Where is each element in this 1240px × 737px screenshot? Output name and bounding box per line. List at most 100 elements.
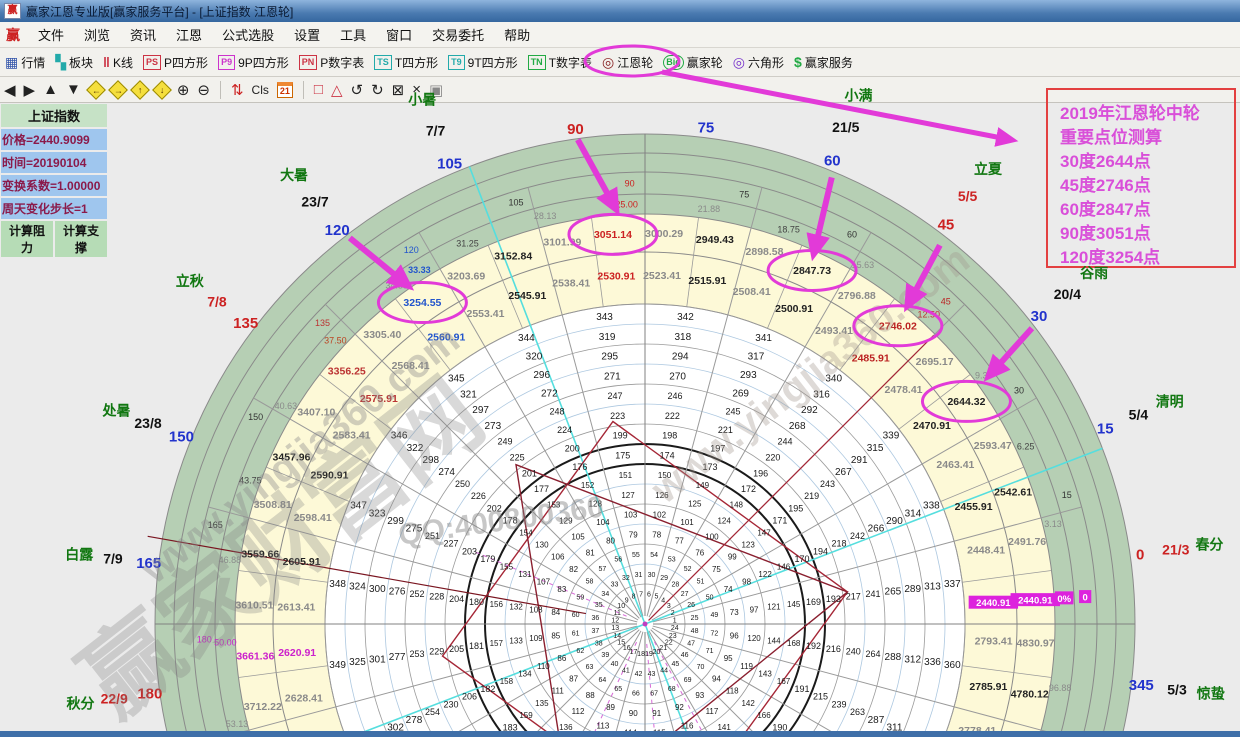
watermarks: 赢家财富网www.yingjia360.comwww.yingjia360.co… [63,237,978,736]
svg-text:30: 30 [648,572,656,579]
svg-text:3305.40: 3305.40 [363,329,401,341]
menu-item-9[interactable]: 帮助 [494,25,540,44]
shift-down-icon[interactable]: ↓ [152,80,172,100]
svg-text:179: 179 [480,554,495,564]
svg-text:5: 5 [655,594,659,601]
svg-text:白露: 白露 [65,547,94,563]
rotate-left-icon[interactable]: ▲ [43,81,58,98]
app-logo-icon: 赢 [4,3,21,19]
toolbar-button-1[interactable]: ▚板块 [55,54,93,71]
zoom-in-icon[interactable]: ⊕ [177,81,190,99]
svg-text:121: 121 [767,603,781,612]
scale-icon[interactable]: ⇅ [231,81,244,99]
toolbar-button-7[interactable]: T99T四方形 [448,54,518,71]
calc-support-button[interactable]: 计算支撑 [55,221,107,257]
quote-panel-buttons: 计算阻力 计算支撑 [1,221,107,257]
calc-resistance-button[interactable]: 计算阻力 [1,221,53,257]
toolbar-button-5[interactable]: PNP数字表 [299,54,365,71]
svg-text:3101.99: 3101.99 [543,236,581,248]
shift-right-icon[interactable]: → [108,80,128,100]
svg-text:128: 128 [589,500,603,509]
svg-text:116: 116 [681,721,694,730]
svg-text:152: 152 [581,481,595,490]
svg-text:167: 167 [777,677,791,686]
svg-text:7: 7 [639,592,643,599]
svg-text:135: 135 [535,699,549,708]
menu-item-2[interactable]: 资讯 [120,25,166,44]
toolbar-button-8[interactable]: TNT数字表 [528,54,592,71]
rotate-cw-icon[interactable]: ↻ [371,81,384,99]
menu-item-6[interactable]: 工具 [330,25,376,44]
toolbar-button-9[interactable]: ◎江恩轮 [602,54,653,71]
center-icon[interactable]: × [412,81,421,98]
rect-tool-icon[interactable]: □ [314,81,323,98]
menu-item-1[interactable]: 浏览 [74,25,120,44]
wheel-spiral-numbers: 1234567891011121314151617181920212223242… [329,312,961,737]
toolbar-button-10[interactable]: Big赢家轮 [663,54,723,71]
svg-text:43: 43 [648,671,656,678]
status-strip [0,731,1240,737]
rotate-right-icon[interactable]: ▼ [66,81,81,98]
svg-text:13: 13 [611,625,619,632]
menu-item-7[interactable]: 窗口 [376,25,422,44]
toolbar-button-4[interactable]: P99P四方形 [218,54,289,71]
toolbar-icon-10: Big [663,55,684,70]
svg-text:135: 135 [315,318,330,328]
menu-item-3[interactable]: 江恩 [166,25,212,44]
shift-left-icon[interactable]: ← [86,80,106,100]
toolbar-button-6[interactable]: TST四方形 [374,54,438,71]
svg-text:180: 180 [137,686,162,703]
cls-button[interactable]: Cls [252,83,269,97]
toolbar-button-0[interactable]: ▦行情 [5,54,45,71]
svg-text:37: 37 [592,628,600,635]
svg-text:203: 203 [462,546,477,556]
toolbar-button-3[interactable]: PSP四方形 [143,54,208,71]
board-icon[interactable]: ▣ [429,81,443,99]
svg-text:30: 30 [1031,308,1048,325]
annotation-line-1: 重要点位测算 [1060,126,1226,150]
svg-text:53: 53 [668,557,676,564]
shift-up-icon[interactable]: ↑ [130,80,150,100]
svg-text:263: 263 [850,707,865,717]
menu-item-0[interactable]: 文件 [28,25,74,44]
menu-item-4[interactable]: 公式选股 [212,25,284,44]
svg-text:2523.41: 2523.41 [643,270,681,282]
toolbar-label-2: K线 [113,54,133,71]
svg-text:300: 300 [369,584,386,595]
toolbar-icon-5: PN [299,55,318,70]
svg-text:316: 316 [813,389,830,400]
svg-text:322: 322 [407,443,424,454]
page-left-icon[interactable]: ◀ [4,81,16,99]
page-right-icon[interactable]: ▶ [24,81,36,99]
svg-text:230: 230 [443,699,458,709]
calendar-icon[interactable]: 21 [277,82,293,98]
toolbar-button-11[interactable]: ◎六角形 [733,54,784,71]
zoom-out-icon[interactable]: ⊖ [197,81,210,99]
svg-text:26: 26 [687,602,695,609]
svg-text:150: 150 [248,412,263,422]
svg-text:337: 337 [944,579,961,590]
toolbar-button-2[interactable]: ‖K线 [103,54,133,71]
svg-text:8: 8 [632,594,636,601]
menu-item-5[interactable]: 设置 [284,25,330,44]
svg-text:177: 177 [534,484,549,494]
svg-text:21/3: 21/3 [1162,541,1189,557]
svg-text:7/8: 7/8 [207,293,227,309]
menu-item-8[interactable]: 交易委托 [422,25,494,44]
svg-text:2500.91: 2500.91 [775,303,813,315]
svg-text:145: 145 [787,600,801,609]
fit-icon[interactable]: ⊠ [392,81,405,99]
rotate-ccw-icon[interactable]: ↺ [351,81,364,99]
annotation-line-4: 60度2847点 [1060,198,1226,222]
svg-text:37.50: 37.50 [324,335,347,345]
toolbar-button-12[interactable]: $赢家服务 [794,54,853,71]
svg-text:158: 158 [500,677,514,686]
triangle-tool-icon[interactable]: △ [331,81,343,99]
svg-text:80: 80 [606,537,615,546]
svg-text:2620.91: 2620.91 [278,647,316,659]
svg-text:45: 45 [672,661,680,668]
svg-text:75: 75 [739,189,749,199]
toolbar-label-5: P数字表 [320,54,364,71]
svg-text:336: 336 [924,657,941,668]
svg-text:47: 47 [687,640,695,647]
